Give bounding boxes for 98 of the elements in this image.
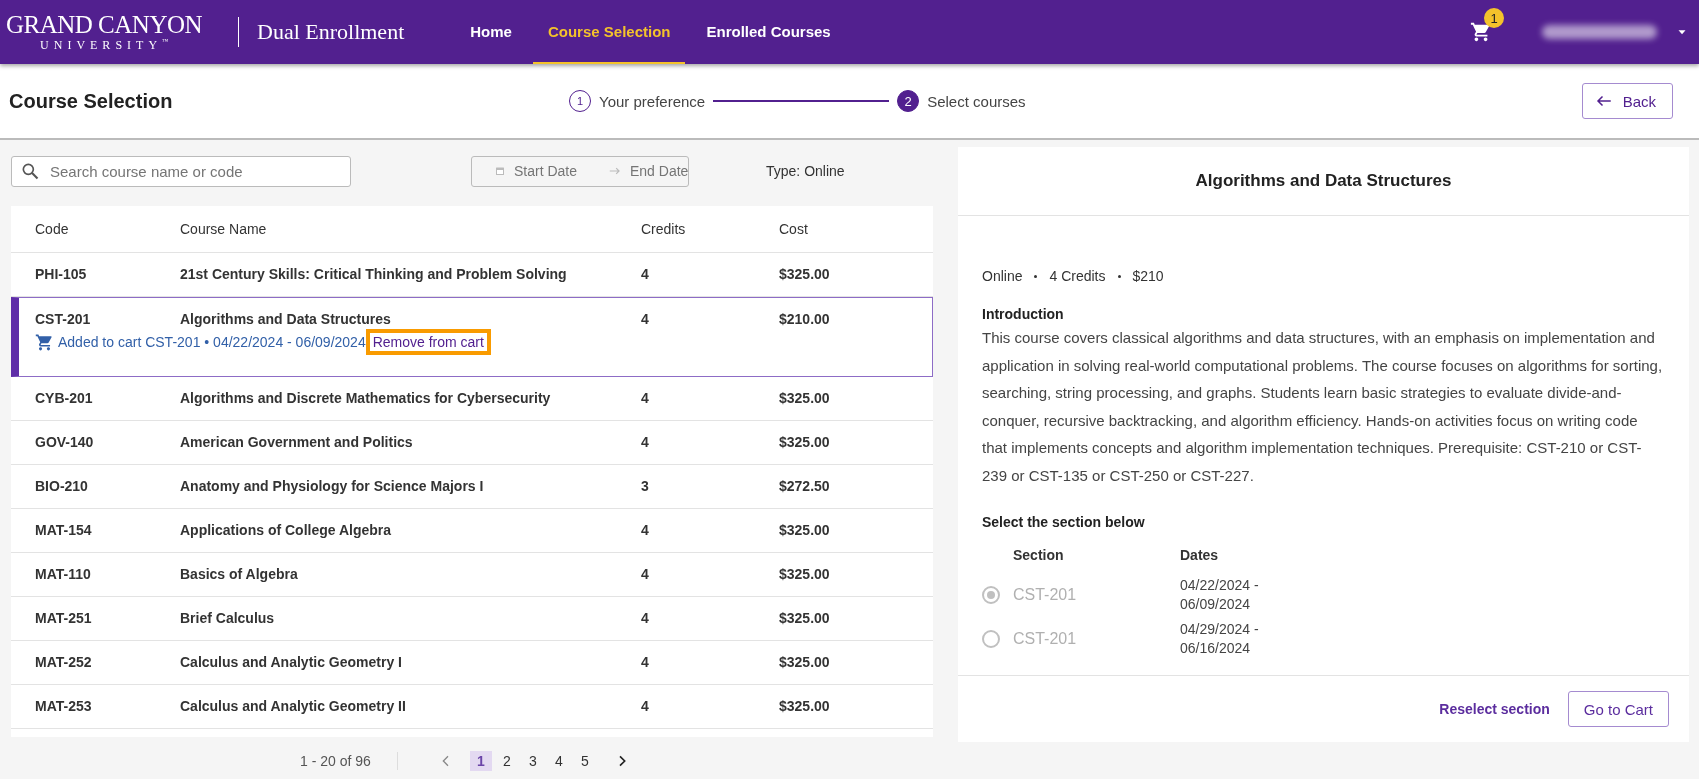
table-cell-text: Anatomy and Physiology for Science Majors I [180, 478, 485, 495]
table-cell-text: 4 [641, 434, 650, 451]
section-dates: 04/22/2024 - 06/09/2024 [1180, 576, 1260, 614]
bullet-dot [1117, 274, 1121, 278]
table-row[interactable]: CST-201 Algorithms and Data Structures 4 $210.00 Added to cart CST-201 • 04/22/2024 - 06/09/2024 Remove from cart [11, 296, 933, 377]
cart-button[interactable]: 1 [1470, 8, 1504, 43]
table-row[interactable]: GOV-140 American Government and Politics 4 $325.00 [11, 420, 933, 465]
start-date-input[interactable]: Start Date [512, 162, 602, 181]
table-cell-text: Algorithms and Discrete Mathematics for Cybersecurity [180, 390, 552, 407]
page-button[interactable]: 3 [521, 751, 544, 772]
table-cell-text: 4 [641, 310, 650, 327]
type-label: Type: Online [766, 163, 845, 180]
table-cell-text: 21st Century Skills: Critical Thinking and Problem Solving [180, 266, 568, 283]
table-cell-text: MAT-253 [35, 698, 93, 715]
table-row[interactable]: MAT-110 Basics of Algebra 4 $325.00 [11, 552, 933, 597]
course-description: This course covers classical algorithms and data structures, with an emphasis on implementation and application in solving real-world computational problems. The course focuses on algorithms for sorting, searching, string processing, and graphs. Students learn basic strategies to evaluate divide-and-conquer, recursive backtracking, and algorithm efficiency. Hands-on activities focus on writing code that implements concepts and algorithm implementation techniques. Prerequisite: CST-210 or CST-239 or CST-135 or CST-250 or CST-227. [982, 328, 1664, 486]
column-header: Cost [779, 220, 809, 237]
nav-tab[interactable]: Home [455, 0, 527, 64]
table-cell-text: Basics of Algebra [180, 566, 299, 583]
table-cell-text: 4 [641, 566, 650, 583]
page-button[interactable]: 5 [573, 751, 596, 772]
section-code: CST-201 [1013, 586, 1078, 604]
table-cell-text: 4 [641, 654, 650, 671]
table-cell-text: PHI-105 [35, 266, 88, 283]
table-cell-text: CYB-201 [35, 390, 94, 407]
page-button[interactable]: 4 [547, 751, 570, 772]
table-row[interactable]: PHI-105 21st Century Skills: Critical Thinking and Problem Solving 4 $325.00 [11, 252, 933, 297]
table-cell-text: MAT-110 [35, 566, 92, 583]
table-cell-text: American Government and Politics [180, 434, 414, 451]
table-cell-text: MAT-154 [35, 522, 93, 539]
step-number: 2 [897, 90, 920, 112]
table-cell-text: MAT-251 [35, 610, 93, 627]
table-row[interactable]: MAT-154 Applications of College Algebra 4 $325.00 [11, 508, 933, 553]
back-button[interactable]: Back [1581, 83, 1673, 119]
logo-text: UNIVERSITY [40, 38, 163, 52]
table-cell-text: 4 [641, 698, 650, 715]
course-meta: $210 [1132, 268, 1164, 284]
section-dates: 04/29/2024 - 06/16/2024 [1180, 620, 1260, 658]
table-cell-text: CST-201 [35, 310, 92, 327]
page-button[interactable]: 1 [469, 751, 492, 772]
step-label: Select courses [927, 92, 1026, 110]
table-cell-text: $325.00 [779, 698, 831, 715]
table-cell-text: $325.00 [779, 390, 831, 407]
table-cell-text: $325.00 [779, 654, 831, 671]
cart-status-text: Added to cart CST-201 • 04/22/2024 - 06/09/2024 [58, 334, 366, 351]
bullet-dot [1034, 274, 1038, 278]
column-header: Course Name [180, 220, 268, 237]
table-cell-text: 4 [641, 390, 650, 407]
course-title: Algorithms and Data Structures [958, 147, 1689, 216]
column-header: Section [1013, 546, 1065, 565]
search-field[interactable]: Search course name or code [11, 155, 351, 187]
table-cell-text: Brief Calculus [180, 610, 276, 627]
page-button[interactable]: 2 [495, 751, 518, 772]
reselect-link[interactable]: Reselect section [1439, 701, 1550, 717]
table-cell-text: $325.00 [779, 610, 831, 627]
logo-text: GRAND CANYON [5, 12, 203, 38]
section-heading: Select the section below [982, 514, 1146, 530]
table-row[interactable]: MAT-253 Calculus and Analytic Geometry II 4 $325.00 [11, 684, 933, 729]
table-cell-text: BIO-210 [35, 478, 89, 495]
table-cell-text: MAT-252 [35, 654, 93, 671]
column-header: Dates [1180, 546, 1220, 565]
nav-tab[interactable]: Enrolled Courses [691, 0, 846, 64]
app-title: Dual Enrollment [257, 19, 405, 45]
section-heading: Introduction [982, 306, 1065, 322]
table-cell-text: Calculus and Analytic Geometry I [180, 654, 403, 671]
column-header: Credits [641, 220, 687, 237]
page-range: 1 - 20 of 96 [300, 753, 371, 770]
table-cell-text: 4 [641, 522, 650, 539]
table-cell-text: Applications of College Algebra [180, 522, 393, 539]
search-icon [20, 161, 40, 182]
table-cell-text: GOV-140 [35, 434, 95, 451]
course-meta: Online [982, 268, 1023, 284]
table-cell-text: Calculus and Analytic Geometry II [180, 698, 407, 715]
table-cell-text: $325.00 [779, 434, 831, 451]
table-cell-text: $272.50 [779, 478, 831, 495]
go-to-cart-button[interactable]: Go to Cart [1567, 691, 1669, 727]
step-label: Your preference [599, 92, 706, 110]
search-input[interactable]: Search course name or code [48, 161, 342, 181]
table-cell-text: $325.00 [779, 566, 831, 583]
table-cell-text: $325.00 [779, 522, 831, 539]
count-badge: 1 [1484, 8, 1504, 28]
table-row[interactable]: BIO-210 Anatomy and Physiology for Science Majors I 3 $272.50 [11, 464, 933, 509]
table-cell-text: $325.00 [779, 266, 831, 283]
table-cell-text: $210.00 [779, 310, 831, 327]
cart-icon [35, 332, 54, 352]
course-meta: 4 Credits [1049, 268, 1106, 284]
date-range-field[interactable]: Start Date End Date [471, 155, 689, 187]
table-cell-text: Algorithms and Data Structures [180, 310, 392, 327]
calendar-icon [494, 165, 506, 178]
section-code: CST-201 [1013, 630, 1078, 648]
table-row[interactable]: MAT-251 Brief Calculus 4 $325.00 [11, 596, 933, 641]
table-cell-text: 3 [641, 478, 650, 495]
table-row[interactable]: CYB-201 Algorithms and Discrete Mathematics for Cybersecurity 4 $325.00 [11, 376, 933, 421]
table-cell-text: 4 [641, 610, 650, 627]
table-row[interactable]: MAT-252 Calculus and Analytic Geometry I 4 $325.00 [11, 640, 933, 685]
page-title: Course Selection [9, 89, 174, 113]
table-cell-text: 4 [641, 266, 650, 283]
column-header: Code [35, 220, 70, 237]
